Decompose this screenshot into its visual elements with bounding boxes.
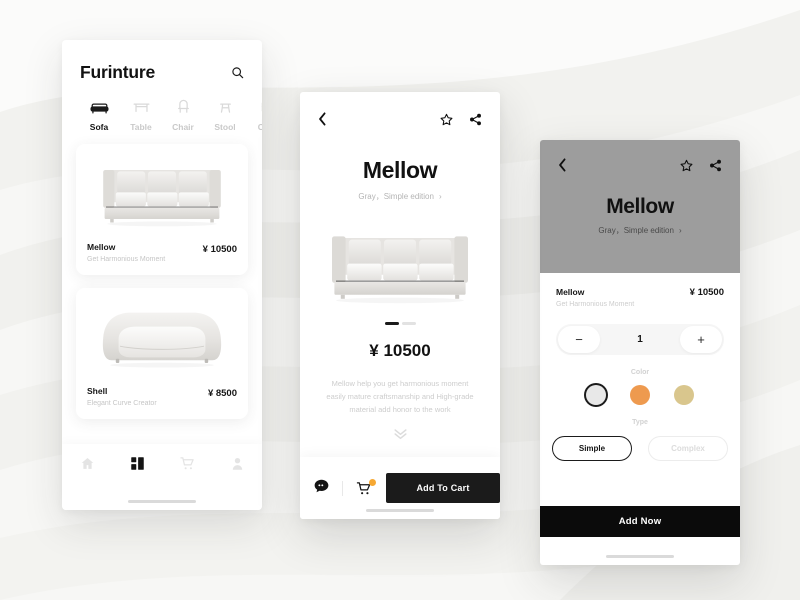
product-price: ¥ 10500 [202, 244, 237, 255]
share-icon[interactable] [469, 113, 482, 131]
chevron-double-down-icon[interactable] [300, 428, 500, 440]
chevron-left-icon[interactable] [318, 112, 327, 131]
phone-screen-product-detail: Mellow Gray，Simple edition › ¥ 10500 Mel… [300, 92, 500, 519]
product-card-list: Mellow Get Harmonious Moment ¥ 10500 She… [62, 132, 262, 419]
category-tabs: Sofa Table Chair Stool C [62, 83, 262, 132]
category-tab-sofa[interactable]: Sofa [78, 99, 120, 132]
chat-bubble-icon[interactable] [314, 479, 329, 498]
add-now-button[interactable]: Add Now [540, 506, 740, 537]
product-description: Mellow help you get harmonious moment ea… [326, 378, 474, 414]
category-label: Table [130, 122, 152, 132]
bottom-tabbar [62, 444, 262, 510]
options-heading: Mellow Gray，Simple edition › [540, 195, 740, 236]
tab-cart-icon[interactable] [179, 456, 195, 476]
type-option-complex[interactable]: Complex [648, 436, 728, 461]
product-title: Mellow [606, 195, 674, 218]
quantity-decrease-button[interactable]: − [558, 326, 600, 353]
product-price: ¥ 10500 [689, 287, 724, 298]
sofa-icon [89, 99, 109, 115]
star-icon[interactable] [440, 113, 453, 131]
category-tab-table[interactable]: Table [120, 99, 162, 132]
star-icon[interactable] [680, 159, 693, 177]
chevron-right-icon: › [438, 192, 442, 201]
share-icon[interactable] [709, 159, 722, 177]
detail-action-bar: Add To Cart [300, 457, 500, 519]
tab-grid-icon[interactable] [130, 456, 145, 476]
pager-dot[interactable] [401, 322, 416, 325]
product-name: Shell [87, 386, 108, 396]
chevron-left-icon[interactable] [558, 158, 567, 177]
product-price: ¥ 10500 [369, 340, 431, 360]
category-label: Chair [172, 122, 194, 132]
phone-screen-product-options: Mellow Gray，Simple edition › Mellow Get … [540, 140, 740, 565]
product-variant-link[interactable]: Gray，Simple edition › [300, 191, 500, 202]
chevron-right-icon: › [678, 226, 682, 235]
product-price: ¥ 8500 [207, 388, 237, 399]
options-hero-overlay: Mellow Gray，Simple edition › [540, 140, 740, 273]
home-indicator [128, 500, 196, 503]
type-option-simple[interactable]: Simple [552, 436, 632, 461]
detail-navbar [300, 92, 500, 131]
color-swatch-orange[interactable] [630, 385, 650, 405]
category-tab-cabinet[interactable]: Cabi [246, 99, 262, 132]
screenshot-canvas: Furinture Sofa Table Chair Stool C Mello… [0, 0, 800, 600]
tab-profile-icon[interactable] [230, 456, 245, 476]
table-icon [132, 99, 151, 115]
product-card[interactable]: Mellow Get Harmonious Moment ¥ 10500 [76, 144, 248, 275]
category-tab-chair[interactable]: Chair [162, 99, 204, 132]
color-swatch-gray[interactable] [586, 385, 606, 405]
category-label: Stool [214, 122, 236, 132]
page-title: Furinture [80, 62, 156, 82]
type-section-label: Type [632, 419, 648, 426]
product-subtitle: Get Harmonious Moment [556, 301, 635, 308]
product-meta: Shell Elegant Curve Creator ¥ 8500 [76, 382, 248, 419]
options-product-row: Mellow Get Harmonious Moment ¥ 10500 [540, 273, 740, 308]
pager-dot-active[interactable] [384, 322, 399, 325]
quantity-stepper: − 1 + [556, 324, 724, 355]
divider [342, 480, 343, 496]
quantity-increase-button[interactable]: + [680, 326, 722, 353]
chair-icon [174, 99, 193, 115]
list-header: Furinture [62, 40, 262, 83]
home-indicator [606, 555, 674, 558]
type-options: Simple Complex [540, 436, 740, 461]
image-pager[interactable] [300, 322, 500, 325]
product-meta: Mellow Get Harmonious Moment ¥ 10500 [76, 238, 248, 275]
tab-home-icon[interactable] [80, 456, 95, 476]
variant-label: Gray，Simple edition [598, 226, 674, 235]
color-swatch-khaki[interactable] [674, 385, 694, 405]
color-section-label: Color [630, 369, 650, 376]
product-subtitle: Get Harmonious Moment [87, 256, 166, 263]
category-tab-stool[interactable]: Stool [204, 99, 246, 132]
detail-heading: Mellow Gray，Simple edition › [300, 157, 500, 202]
category-label: Sofa [89, 122, 109, 132]
cart-badge [369, 478, 376, 486]
product-title: Mellow [362, 157, 438, 183]
category-label: Cabi [257, 122, 262, 132]
cart-icon[interactable] [356, 478, 376, 496]
product-hero-image [300, 216, 500, 308]
product-card[interactable]: Shell Elegant Curve Creator ¥ 8500 [76, 288, 248, 419]
home-indicator [366, 509, 434, 512]
search-icon[interactable] [231, 66, 244, 79]
stool-icon [216, 99, 235, 115]
product-image-sofa-curved [76, 288, 248, 382]
cabinet-icon [258, 99, 262, 115]
product-image-sofa-three-seat [76, 144, 248, 238]
product-subtitle: Elegant Curve Creator [87, 400, 157, 407]
add-to-cart-button[interactable]: Add To Cart [386, 473, 500, 503]
options-navbar [540, 140, 740, 177]
variant-label: Gray，Simple edition [358, 192, 434, 201]
phone-screen-product-list: Furinture Sofa Table Chair Stool C Mello… [62, 40, 262, 510]
quantity-value: 1 [637, 334, 643, 345]
product-name: Mellow [556, 287, 585, 297]
product-name: Mellow [87, 242, 116, 252]
product-variant-link[interactable]: Gray，Simple edition › [540, 225, 740, 236]
color-swatches [540, 385, 740, 405]
